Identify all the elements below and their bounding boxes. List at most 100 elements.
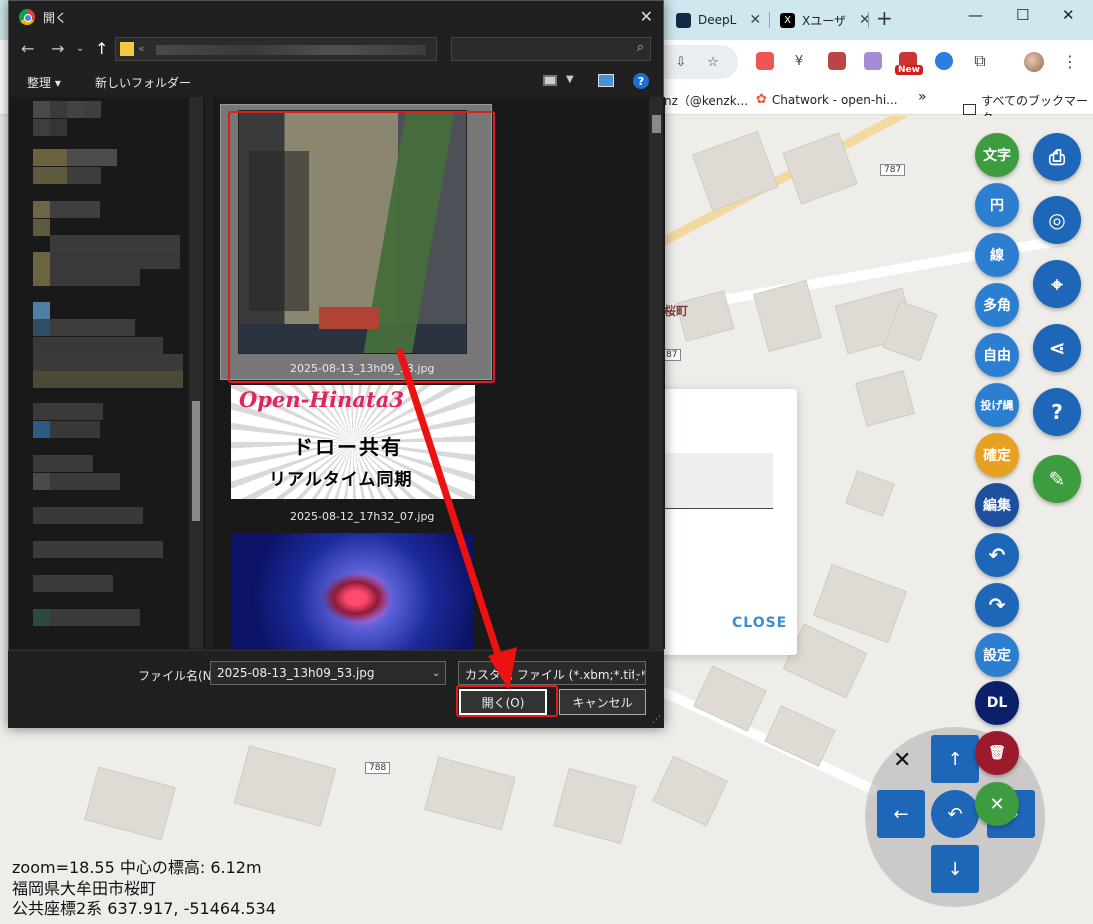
pan-left-button[interactable]: ← [877, 790, 925, 838]
nav-scrollbar[interactable] [189, 97, 203, 649]
tab-separator [769, 12, 770, 28]
location-pin-icon[interactable]: ⌖ [1033, 260, 1081, 308]
preview-pane-icon[interactable] [598, 74, 614, 87]
tab-separator [868, 12, 869, 28]
rotate-reset-button[interactable]: ↶ [931, 790, 979, 838]
folder-icon [120, 42, 134, 56]
line-tool-button[interactable]: 線 [975, 233, 1019, 277]
new-folder-button[interactable]: 新しいフォルダー [95, 74, 191, 91]
road-number: 787 [880, 164, 906, 176]
pencil-icon[interactable]: ✎ [1033, 455, 1081, 503]
edit-button[interactable]: 編集 [975, 483, 1019, 527]
coordinate-readout: 公共座標2系 637.917, -51464.534 [12, 899, 276, 918]
pan-up-button[interactable]: ↑ [931, 735, 979, 783]
help-icon[interactable]: ? [633, 73, 649, 89]
text-tool-button[interactable]: 文字 [975, 133, 1019, 177]
back-arrow-icon[interactable]: ← [21, 39, 34, 58]
new-tab-button[interactable]: + [876, 6, 893, 30]
menu-dots-icon[interactable]: ⋮ [1061, 52, 1079, 71]
help-icon[interactable]: ? [1033, 388, 1081, 436]
bookmark-star-icon[interactable]: ☆ [704, 53, 722, 71]
polygon-tool-button[interactable]: 多角 [975, 283, 1019, 327]
chevron-down-icon[interactable]: ⌄ [634, 668, 643, 679]
search-input[interactable]: ⌕ [451, 37, 651, 61]
thumb-text: Open-Hinata3 [239, 387, 404, 412]
cancel-drawing-button[interactable]: ✕ [975, 782, 1019, 826]
tab-close-icon[interactable]: ✕ [749, 12, 761, 28]
freehand-tool-button[interactable]: 自由 [975, 333, 1019, 377]
blurred-item [84, 101, 101, 118]
pan-down-button[interactable]: ↓ [931, 845, 979, 893]
forward-arrow-icon[interactable]: → [51, 39, 64, 58]
blurred-item [33, 302, 50, 319]
area-label: 桜町 [664, 304, 689, 318]
bookmark-item[interactable]: ✿ Chatwork - open-hi... [756, 92, 898, 107]
view-options-icon[interactable] [543, 75, 557, 86]
confirm-button[interactable]: 確定 [975, 433, 1019, 477]
chevron-down-icon[interactable]: ▼ [566, 74, 574, 85]
pad-close-icon[interactable]: ✕ [893, 748, 911, 773]
building [233, 745, 337, 827]
extension-icon[interactable] [828, 52, 846, 70]
chevron-down-icon[interactable]: ⌄ [432, 668, 440, 679]
share-icon[interactable]: ⋖ [1033, 324, 1081, 372]
organize-menu[interactable]: 整理 ▾ [27, 74, 61, 91]
delete-button[interactable]: 🗑 [975, 731, 1019, 775]
up-arrow-icon[interactable]: ↑ [95, 39, 108, 58]
close-window-button[interactable]: ✕ [1062, 6, 1075, 24]
close-button[interactable]: CLOSE [732, 615, 787, 631]
target-icon[interactable]: ◎ [1033, 196, 1081, 244]
resize-grip-icon[interactable]: ⋰ [652, 715, 661, 725]
building [753, 279, 822, 353]
cancel-button[interactable]: キャンセル [559, 689, 646, 715]
avatar[interactable] [1024, 52, 1044, 72]
file-scrollbar-thumb[interactable] [652, 115, 661, 133]
nav-scrollbar-thumb[interactable] [192, 401, 200, 521]
download-button[interactable]: DL [975, 681, 1019, 725]
extension-icon[interactable] [756, 52, 774, 70]
file-scrollbar[interactable] [649, 97, 663, 649]
banner-thumbnail[interactable]: Open-Hinata3 ドロー共有 リアルタイム同期 [231, 385, 475, 499]
blurred-item [67, 167, 101, 184]
extension-icon[interactable] [864, 52, 882, 70]
tab-deepl[interactable]: DeepL ✕ [668, 5, 761, 35]
thumb-text: リアルタイム同期 [269, 470, 413, 490]
close-icon[interactable]: ✕ [640, 7, 653, 26]
highlight-selected-file [228, 111, 495, 383]
settings-button[interactable]: 設定 [975, 633, 1019, 677]
blurred-item [33, 507, 143, 524]
extension-icon[interactable] [935, 52, 953, 70]
bookmark-item[interactable]: nz（@kenzk... [664, 92, 748, 109]
building [813, 563, 907, 644]
folder-icon [963, 103, 977, 115]
building [652, 755, 728, 827]
filename-input[interactable]: 2025-08-13_13h09_53.jpg [210, 661, 446, 685]
blurred-item [50, 269, 140, 286]
maximize-button[interactable]: ☐ [1016, 6, 1029, 24]
building [691, 130, 779, 212]
tab-x[interactable]: X Xユーザ ✕ [772, 5, 871, 35]
redo-button[interactable]: ↷ [975, 583, 1019, 627]
puzzle-icon[interactable]: ⧉ [971, 51, 989, 70]
dialog-footer: ファイル名(N): 2025-08-13_13h09_53.jpg ⌄ カスタム… [8, 650, 664, 728]
yen-extension-icon[interactable]: ¥ [790, 52, 808, 70]
more-bookmarks-button[interactable]: » [918, 89, 927, 105]
navigation-pane[interactable] [9, 97, 205, 649]
blurred-item [50, 119, 67, 136]
command-bar: 整理 ▾ 新しいフォルダー ▼ ? [9, 69, 663, 95]
fireworks-thumbnail[interactable] [231, 533, 473, 653]
circle-tool-button[interactable]: 円 [975, 183, 1019, 227]
blurred-item [33, 219, 50, 236]
lasso-tool-button[interactable]: 投げ縄 [975, 383, 1019, 427]
building [855, 370, 915, 427]
blurred-item [50, 473, 120, 490]
minimize-button[interactable]: — [968, 6, 983, 24]
filetype-select[interactable]: カスタム ファイル (*.xbm;*.tif;*.pjp; [458, 661, 646, 685]
install-icon[interactable]: ⇩ [672, 53, 690, 71]
print-icon[interactable]: ⎙ [1033, 133, 1081, 181]
chrome-icon [19, 9, 35, 25]
history-dropdown-icon[interactable]: ⌄ [76, 43, 84, 54]
path-bar[interactable]: « [115, 37, 437, 61]
undo-button[interactable]: ↶ [975, 533, 1019, 577]
blurred-item [33, 403, 103, 420]
